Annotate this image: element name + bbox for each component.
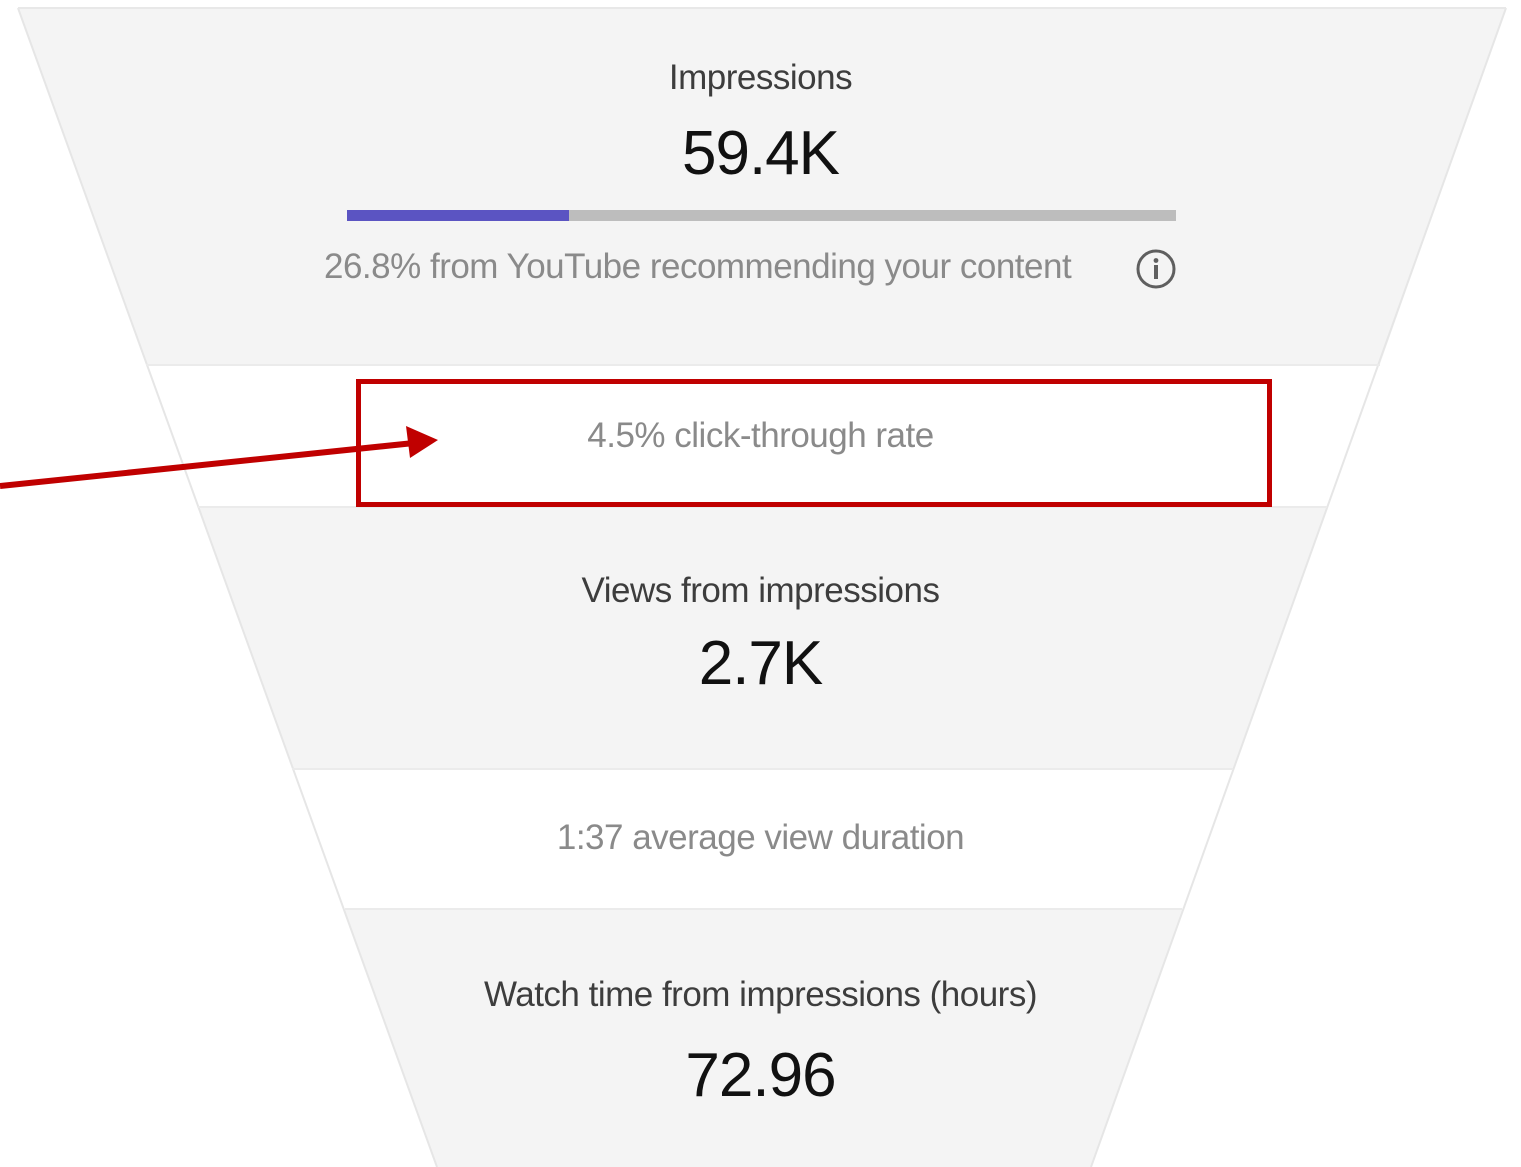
recommendation-progress-bar bbox=[347, 210, 1176, 221]
views-label: Views from impressions bbox=[581, 571, 940, 610]
recommendation-row: 26.8% from YouTube recommending your con… bbox=[0, 244, 1521, 296]
annotation-highlight-box bbox=[356, 379, 1272, 507]
views-value: 2.7K bbox=[698, 629, 824, 698]
watch-time-label: Watch time from impressions (hours) bbox=[484, 975, 1038, 1014]
recommendation-text: 26.8% from YouTube recommending your con… bbox=[324, 247, 1072, 286]
watch-time-value: 72.96 bbox=[685, 1041, 836, 1110]
funnel-band-watch-time bbox=[345, 910, 1182, 1167]
info-icon[interactable] bbox=[1134, 247, 1178, 291]
impressions-value: 59.4K bbox=[681, 119, 840, 188]
impressions-label: Impressions bbox=[668, 58, 853, 97]
recommendation-progress-fill bbox=[347, 210, 570, 221]
avg-duration-text: 1:37 average view duration bbox=[556, 818, 965, 857]
